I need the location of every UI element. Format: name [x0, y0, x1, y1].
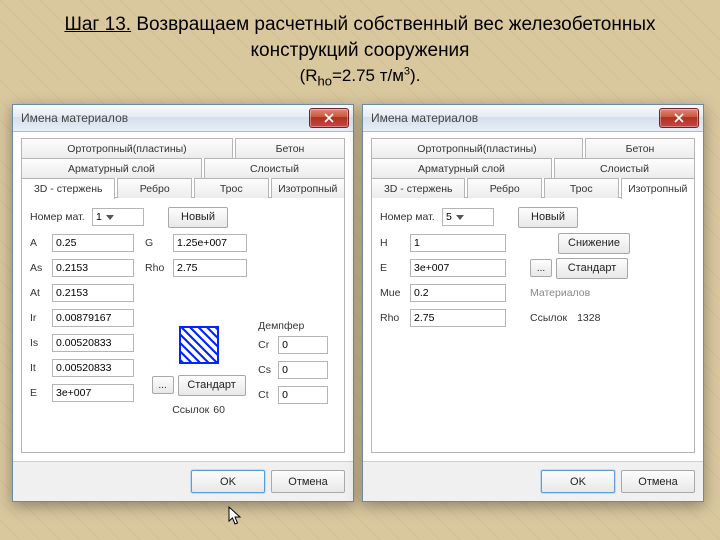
- step-caption: Шаг 13. Возвращаем расчетный собственный…: [0, 0, 720, 104]
- tab-sloisty[interactable]: Слоистый: [204, 158, 345, 178]
- tab-armatur[interactable]: Арматурный слой: [371, 158, 552, 178]
- input-Is[interactable]: [52, 334, 134, 352]
- tab-ortho[interactable]: Ортотропный(пластины): [21, 138, 233, 158]
- tab-beton[interactable]: Бетон: [235, 138, 345, 158]
- mat-num-select[interactable]: 1: [92, 208, 144, 226]
- ok-button[interactable]: OK: [191, 470, 265, 493]
- links-value: 1328: [577, 312, 600, 324]
- col-b: G Rho ... Стандарт Ссылок 60: [145, 232, 252, 424]
- close-icon: [674, 113, 684, 123]
- close-button[interactable]: [309, 108, 349, 128]
- dialog-materials-right: Имена материалов Ортотропный(пластины) Б…: [362, 104, 704, 502]
- cursor-icon: [228, 506, 244, 528]
- cancel-button[interactable]: Отмена: [621, 470, 695, 493]
- cancel-button[interactable]: Отмена: [271, 470, 345, 493]
- reduce-button[interactable]: Снижение: [558, 233, 630, 254]
- tab-armatur[interactable]: Арматурный слой: [21, 158, 202, 178]
- tab-beton[interactable]: Бетон: [585, 138, 695, 158]
- tab-panel-izotrop: Номер мат. 5 Новый H E Mue Rho: [371, 197, 695, 453]
- close-icon: [324, 113, 334, 123]
- mat-num-label: Номер мат.: [380, 211, 442, 223]
- col-a: A As At Ir Is It E: [30, 232, 139, 424]
- input-A[interactable]: [52, 234, 134, 252]
- mat-num-select[interactable]: 5: [442, 208, 494, 226]
- col-damper: Демпфер Cr Cs Ct: [258, 232, 336, 424]
- links-value: 60: [213, 404, 225, 416]
- tab-izotrop[interactable]: Изотропный: [621, 178, 696, 199]
- window-title: Имена материалов: [21, 111, 309, 125]
- tab-rebro[interactable]: Ребро: [467, 178, 542, 198]
- input-At[interactable]: [52, 284, 134, 302]
- input-As[interactable]: [52, 259, 134, 277]
- standard-button[interactable]: Стандарт: [178, 375, 246, 396]
- dialog-materials-left: Имена материалов Ортотропный(пластины) Б…: [12, 104, 354, 502]
- input-E-right[interactable]: [410, 259, 506, 277]
- titlebar[interactable]: Имена материалов: [13, 105, 353, 132]
- new-button[interactable]: Новый: [518, 207, 578, 228]
- input-Ir[interactable]: [52, 309, 134, 327]
- hatch-pattern-icon[interactable]: [179, 326, 219, 364]
- dots-button[interactable]: ...: [530, 259, 552, 277]
- close-button[interactable]: [659, 108, 699, 128]
- input-Cr[interactable]: [278, 336, 328, 354]
- window-title: Имена материалов: [371, 111, 659, 125]
- tab-ortho[interactable]: Ортотропный(пластины): [371, 138, 583, 158]
- input-G[interactable]: [173, 234, 247, 252]
- links-label: Ссылок: [172, 404, 209, 416]
- step-number: Шаг 13.: [64, 14, 131, 35]
- tab-sloisty[interactable]: Слоистый: [554, 158, 695, 178]
- materials-grey-label: Материалов: [530, 287, 590, 299]
- tab-izotrop[interactable]: Изотропный: [271, 178, 346, 198]
- damper-label: Демпфер: [258, 320, 336, 332]
- input-Mue[interactable]: [410, 284, 506, 302]
- input-E[interactable]: [52, 384, 134, 402]
- formula: (Rho=2.75 т/м3).: [300, 66, 421, 85]
- input-Cs[interactable]: [278, 361, 328, 379]
- titlebar[interactable]: Имена материалов: [363, 105, 703, 132]
- input-H[interactable]: [410, 234, 506, 252]
- tab-tros[interactable]: Трос: [544, 178, 619, 198]
- input-Ct[interactable]: [278, 386, 328, 404]
- mat-num-label: Номер мат.: [30, 211, 92, 223]
- dots-button[interactable]: ...: [152, 376, 174, 394]
- tab-panel-3d-rod: Номер мат. 1 Новый A As At Ir Is It E: [21, 197, 345, 453]
- links-label: Ссылок: [530, 312, 567, 324]
- ok-button[interactable]: OK: [541, 470, 615, 493]
- tab-3d-rod[interactable]: 3D - стержень: [21, 178, 115, 199]
- tab-3d-rod[interactable]: 3D - стержень: [371, 178, 465, 198]
- input-Rho-right[interactable]: [410, 309, 506, 327]
- standard-button[interactable]: Стандарт: [556, 258, 628, 279]
- input-It[interactable]: [52, 359, 134, 377]
- input-Rho-left[interactable]: [173, 259, 247, 277]
- tab-tros[interactable]: Трос: [194, 178, 269, 198]
- col-fields: H E Mue Rho: [380, 232, 520, 332]
- col-buttons: Снижение ... Стандарт Материалов Ссылок …: [530, 232, 680, 332]
- tab-rebro[interactable]: Ребро: [117, 178, 192, 198]
- new-button[interactable]: Новый: [168, 207, 228, 228]
